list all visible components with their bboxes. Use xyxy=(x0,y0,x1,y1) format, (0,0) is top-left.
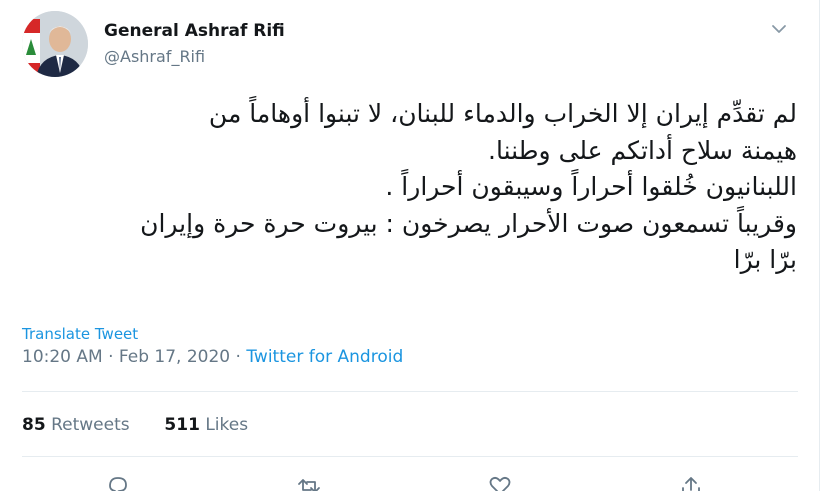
meta-separator: · xyxy=(235,347,241,367)
divider xyxy=(22,391,798,392)
retweet-icon[interactable] xyxy=(295,474,323,491)
tweet-text-line: برّا برّا xyxy=(733,245,797,274)
tweet-text-line: وقريباً تسمعون صوت الأحرار يصرخون : بيرو… xyxy=(140,208,797,238)
tweet-stats: 85 Retweets 511 Likes xyxy=(22,415,248,435)
tweet-card: General Ashraf Rifi @Ashraf_Rifi لم تقدِ… xyxy=(0,0,820,491)
likes-count: 511 xyxy=(164,415,200,435)
divider xyxy=(22,456,798,457)
retweets-stat[interactable]: 85 Retweets xyxy=(22,415,130,435)
likes-stat[interactable]: 511 Likes xyxy=(164,415,248,435)
chevron-down-icon[interactable] xyxy=(768,18,790,40)
user-handle[interactable]: @Ashraf_Rifi xyxy=(104,47,205,66)
share-icon[interactable] xyxy=(677,474,705,491)
retweets-label: Retweets xyxy=(51,415,130,435)
tweet-text: لم تقدِّم إيران إلا الخراب والدماء للبنا… xyxy=(17,96,797,279)
tweet-time[interactable]: 10:20 AM xyxy=(22,347,103,367)
translate-tweet-link[interactable]: Translate Tweet xyxy=(22,325,138,343)
tweet-meta: 10:20 AM · Feb 17, 2020 · Twitter for An… xyxy=(22,347,403,367)
meta-separator: · xyxy=(108,347,114,367)
reply-icon[interactable] xyxy=(104,474,132,491)
tweet-source-link[interactable]: Twitter for Android xyxy=(246,347,403,367)
heart-icon[interactable] xyxy=(486,474,514,491)
action-bar xyxy=(0,474,820,491)
likes-label: Likes xyxy=(205,415,249,435)
profile-photo xyxy=(22,11,88,77)
tweet-text-line: هيمنة سلاح أداتكم على وطننا. xyxy=(488,135,797,165)
display-name[interactable]: General Ashraf Rifi xyxy=(104,21,285,41)
tweet-date[interactable]: Feb 17, 2020 xyxy=(119,347,230,367)
avatar[interactable] xyxy=(22,11,88,77)
tweet-text-line: لم تقدِّم إيران إلا الخراب والدماء للبنا… xyxy=(208,99,797,128)
tweet-text-line: اللبنانيون خُلقوا أحراراً وسيبقون أحرارا… xyxy=(385,172,797,201)
retweets-count: 85 xyxy=(22,415,46,435)
